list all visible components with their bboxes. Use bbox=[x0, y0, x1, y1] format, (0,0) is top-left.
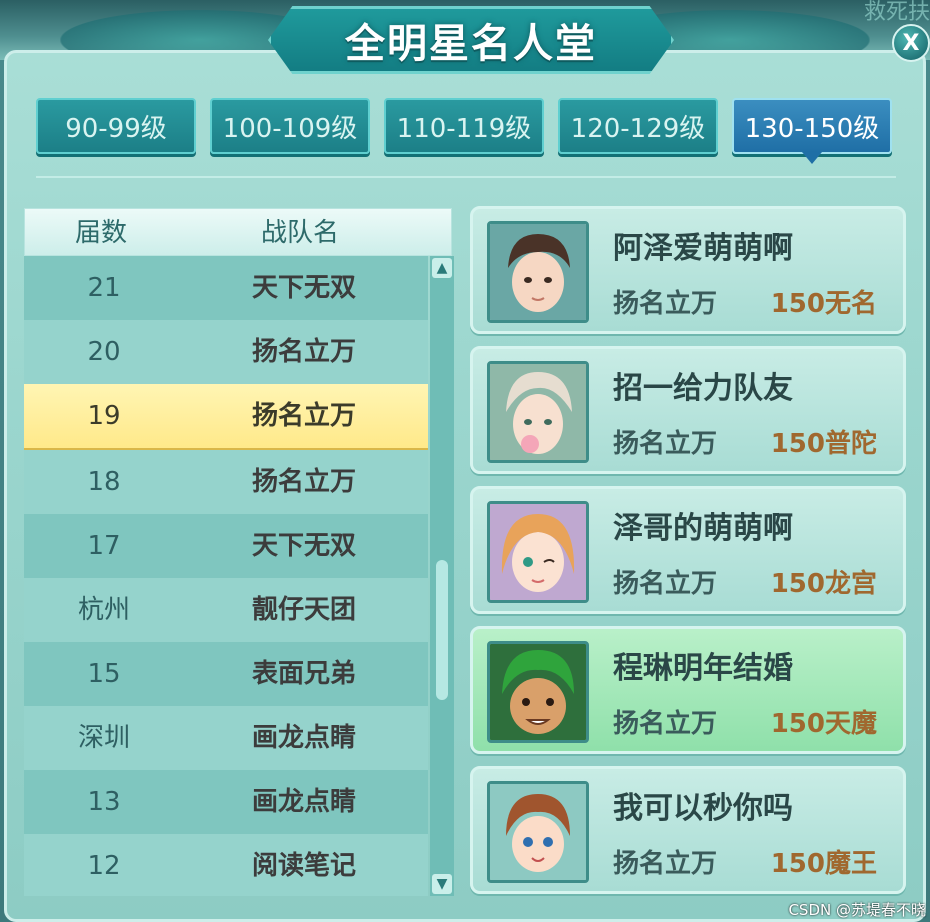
tab-120-129[interactable]: 120-129级 bbox=[558, 98, 718, 154]
member-team: 扬名立万 bbox=[613, 289, 718, 319]
close-icon: X bbox=[902, 30, 920, 56]
divider bbox=[36, 176, 896, 178]
member-name: 泽哥的萌萌啊 bbox=[613, 511, 793, 546]
member-server: 150魔王 bbox=[770, 849, 877, 879]
table-row-selected[interactable]: 19 扬名立万 bbox=[24, 384, 428, 450]
member-name: 阿泽爱萌萌啊 bbox=[613, 231, 793, 266]
table-row[interactable]: 15 表面兄弟 bbox=[24, 642, 428, 706]
header-season: 届数 bbox=[75, 218, 128, 248]
header-team: 战队名 bbox=[261, 218, 340, 248]
table-row[interactable]: 深圳 画龙点睛 bbox=[24, 706, 428, 770]
member-card[interactable]: 泽哥的萌萌啊 扬名立万 150龙宫 bbox=[470, 486, 906, 614]
tab-110-119[interactable]: 110-119级 bbox=[384, 98, 544, 154]
season-table: 届数 战队名 21 天下无双 20 扬名立万 19 扬名立万 18 扬名立万 17 天下无… bbox=[24, 208, 454, 896]
table-row[interactable]: 17 天下无双 bbox=[24, 514, 428, 578]
member-server: 150无名 bbox=[770, 289, 877, 319]
member-server: 150天魔 bbox=[770, 709, 877, 739]
table-row[interactable]: 18 扬名立万 bbox=[24, 450, 428, 514]
member-name: 我可以秒你吗 bbox=[613, 791, 793, 826]
title-plate: 全明星名人堂 bbox=[268, 6, 674, 74]
page-title: 全明星名人堂 bbox=[345, 21, 597, 67]
member-name: 招一给力队友 bbox=[613, 371, 793, 406]
member-card[interactable]: 招一给力队友 扬名立万 150普陀 bbox=[470, 346, 906, 474]
white-hair-avatar bbox=[487, 361, 589, 463]
green-hair-avatar bbox=[487, 641, 589, 743]
close-button[interactable]: X bbox=[892, 24, 930, 62]
watermark: CSDN @苏堤春不晓 bbox=[788, 901, 926, 919]
table-row[interactable]: 20 扬名立万 bbox=[24, 320, 428, 384]
table-header: 届数 战队名 bbox=[24, 208, 452, 256]
member-server: 150普陀 bbox=[770, 429, 877, 459]
member-cards: 阿泽爱萌萌啊 扬名立万 150无名 招一给力队友 扬名立万 150普陀 泽哥的萌… bbox=[470, 206, 906, 906]
corner-text: 救死扶 bbox=[863, 0, 930, 25]
table-row[interactable]: 杭州 靓仔天团 bbox=[24, 578, 428, 642]
member-team: 扬名立万 bbox=[613, 569, 718, 599]
table-scrollbar[interactable]: ▲ ▼ bbox=[430, 256, 454, 896]
member-team: 扬名立万 bbox=[613, 849, 718, 879]
member-card[interactable]: 阿泽爱萌萌啊 扬名立万 150无名 bbox=[470, 206, 906, 334]
tab-130-150[interactable]: 130-150级 bbox=[732, 98, 892, 164]
table-rows: 21 天下无双 20 扬名立万 19 扬名立万 18 扬名立万 17 天下无双 杭州 靓仔天… bbox=[24, 256, 428, 896]
scroll-down-icon[interactable]: ▼ bbox=[432, 874, 452, 894]
scroll-thumb[interactable] bbox=[436, 560, 448, 700]
member-server: 150龙宫 bbox=[770, 569, 877, 599]
tab-100-109[interactable]: 100-109级 bbox=[210, 98, 370, 154]
member-card-highlighted[interactable]: 程琳明年结婚 扬名立万 150天魔 bbox=[470, 626, 906, 754]
table-row[interactable]: 12 阅读笔记 bbox=[24, 834, 428, 896]
male-hero-avatar bbox=[487, 221, 589, 323]
scroll-up-icon[interactable]: ▲ bbox=[432, 258, 452, 278]
table-row[interactable]: 21 天下无双 bbox=[24, 256, 428, 320]
table-row[interactable]: 13 画龙点睛 bbox=[24, 770, 428, 834]
tab-90-99[interactable]: 90-99级 bbox=[36, 98, 196, 154]
child-avatar bbox=[487, 781, 589, 883]
member-team: 扬名立万 bbox=[613, 429, 718, 459]
level-tabs: 90-99级 100-109级 110-119级 120-129级 130-15… bbox=[36, 98, 896, 164]
member-name: 程琳明年结婚 bbox=[613, 651, 793, 686]
member-team: 扬名立万 bbox=[613, 709, 718, 739]
member-card[interactable]: 我可以秒你吗 扬名立万 150魔王 bbox=[470, 766, 906, 894]
girl-avatar bbox=[487, 501, 589, 603]
